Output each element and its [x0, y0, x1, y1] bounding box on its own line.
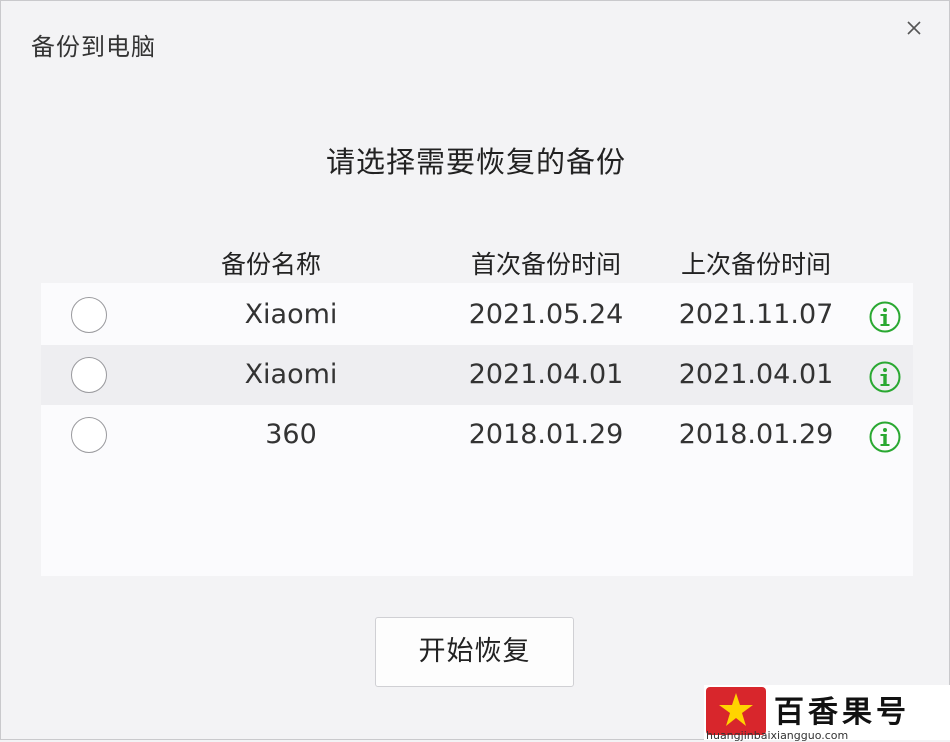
radio-button[interactable]	[71, 357, 107, 393]
first-backup-time: 2018.01.29	[468, 419, 624, 450]
window-title: 备份到电脑	[31, 33, 156, 61]
column-header-first-backup: 首次备份时间	[470, 250, 621, 279]
backup-row[interactable]: Xiaomi 2021.04.01 2021.04.01	[41, 345, 913, 405]
first-backup-time: 2021.04.01	[468, 359, 624, 390]
backup-name: Xiaomi	[244, 359, 338, 390]
backup-dialog: 备份到电脑 请选择需要恢复的备份 备份名称 首次备份时间 上次备份时间 Xiao…	[0, 0, 950, 740]
last-backup-time: 2018.01.29	[678, 419, 834, 450]
column-header-name: 备份名称	[220, 250, 321, 279]
radio-button[interactable]	[71, 417, 107, 453]
watermark-url: huangjinbaixiangguo.com	[706, 729, 849, 742]
radio-button[interactable]	[71, 297, 107, 333]
backup-name: Xiaomi	[244, 299, 338, 330]
start-restore-button[interactable]: 开始恢复	[375, 617, 574, 687]
last-backup-time: 2021.04.01	[678, 359, 834, 390]
info-icon[interactable]	[869, 361, 901, 393]
dialog-heading: 请选择需要恢复的备份	[325, 145, 626, 179]
info-icon[interactable]	[869, 421, 901, 453]
backup-list: Xiaomi 2021.05.24 2021.11.07 Xiaomi 2021…	[41, 283, 913, 576]
first-backup-time: 2021.05.24	[468, 299, 624, 330]
close-icon[interactable]	[901, 15, 927, 41]
backup-name: 360	[265, 419, 317, 450]
backup-row[interactable]: 360 2018.01.29 2018.01.29	[41, 405, 913, 465]
watermark-name: 百香果号	[774, 695, 910, 730]
watermark-logo-icon	[706, 687, 766, 735]
watermark: 百香果号 huangjinbaixiangguo.com	[704, 685, 950, 742]
info-icon[interactable]	[869, 301, 901, 333]
last-backup-time: 2021.11.07	[678, 299, 834, 330]
backup-row[interactable]: Xiaomi 2021.05.24 2021.11.07	[41, 285, 913, 345]
column-header-last-backup: 上次备份时间	[680, 250, 831, 279]
